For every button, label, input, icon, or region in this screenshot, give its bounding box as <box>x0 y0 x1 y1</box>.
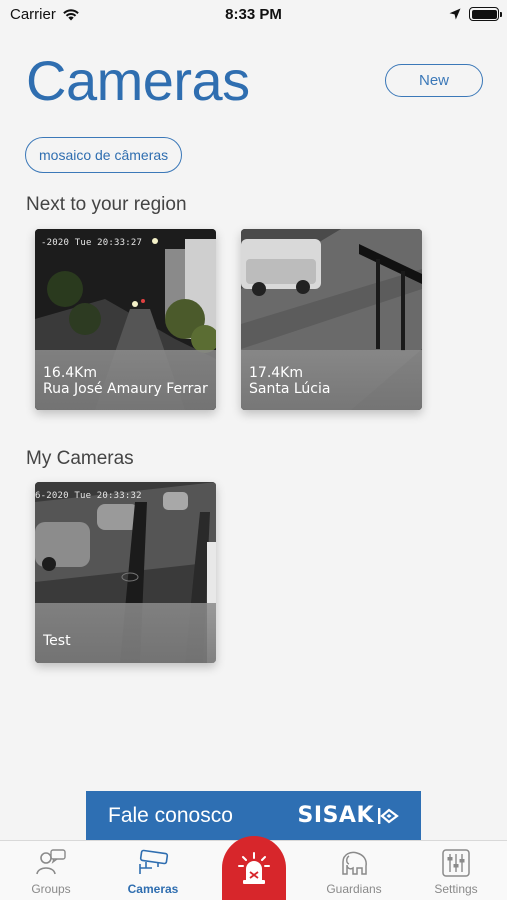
tab-settings[interactable]: Settings <box>411 841 501 900</box>
battery-level <box>471 9 497 19</box>
carrier-label: Carrier <box>10 5 56 23</box>
camera-distance: 17.4Km <box>249 365 303 381</box>
new-camera-button[interactable]: New <box>385 64 483 97</box>
tab-guardians-label: Guardians <box>326 882 382 896</box>
nearby-camera-card[interactable]: -2020 Tue 20:33:27 16.4Km Rua José Amaur… <box>35 229 216 410</box>
contact-banner[interactable]: Fale conosco SISAK <box>86 791 421 840</box>
brand-name: SISAK <box>297 803 374 828</box>
my-camera-card[interactable]: 6-2020 Tue 20:33:32 Test <box>35 482 216 663</box>
tab-guardians[interactable]: Guardians <box>309 841 399 900</box>
status-right <box>449 7 502 21</box>
tab-cameras[interactable]: Cameras <box>108 841 198 900</box>
camera-info-overlay: 16.4Km Rua José Amaury Ferrara <box>35 350 216 410</box>
alarm-button[interactable] <box>222 836 286 900</box>
elephant-icon <box>342 851 367 875</box>
status-left: Carrier <box>10 6 80 23</box>
location-arrow-icon <box>449 8 461 20</box>
cctv-camera-icon <box>139 849 169 874</box>
brand-mark-icon <box>378 807 399 824</box>
tab-groups-label: Groups <box>31 882 71 896</box>
camera-distance: 16.4Km <box>43 365 97 381</box>
tab-settings-label: Settings <box>434 882 478 896</box>
brand-logo: SISAK <box>298 803 399 828</box>
tab-cameras-label: Cameras <box>127 882 179 896</box>
battery-icon <box>469 7 502 21</box>
camera-timestamp: 6-2020 Tue 20:33:32 <box>35 491 142 501</box>
camera-info-overlay: Test <box>35 603 216 663</box>
camera-timestamp: -2020 Tue 20:33:27 <box>41 238 143 248</box>
camera-name: Test <box>43 633 71 649</box>
camera-name: Rua José Amaury Ferrara <box>43 381 208 397</box>
my-cameras-section-title: My Cameras <box>26 448 134 469</box>
status-bar: Carrier 8:33 PM <box>0 0 507 28</box>
camera-mosaic-button[interactable]: mosaico de câmeras <box>25 137 183 173</box>
groups-icon <box>36 849 66 875</box>
camera-info-overlay: 17.4Km Santa Lúcia <box>241 350 422 410</box>
sliders-icon <box>442 849 470 877</box>
siren-icon <box>238 852 270 884</box>
contact-banner-text: Fale conosco <box>108 803 233 827</box>
tab-groups[interactable]: Groups <box>6 841 96 900</box>
page-title: Cameras <box>26 49 250 112</box>
nearby-section-title: Next to your region <box>26 194 187 215</box>
wifi-icon <box>63 8 79 20</box>
nearby-camera-card[interactable]: 17.4Km Santa Lúcia <box>241 229 422 410</box>
camera-name: Santa Lúcia <box>249 381 331 397</box>
